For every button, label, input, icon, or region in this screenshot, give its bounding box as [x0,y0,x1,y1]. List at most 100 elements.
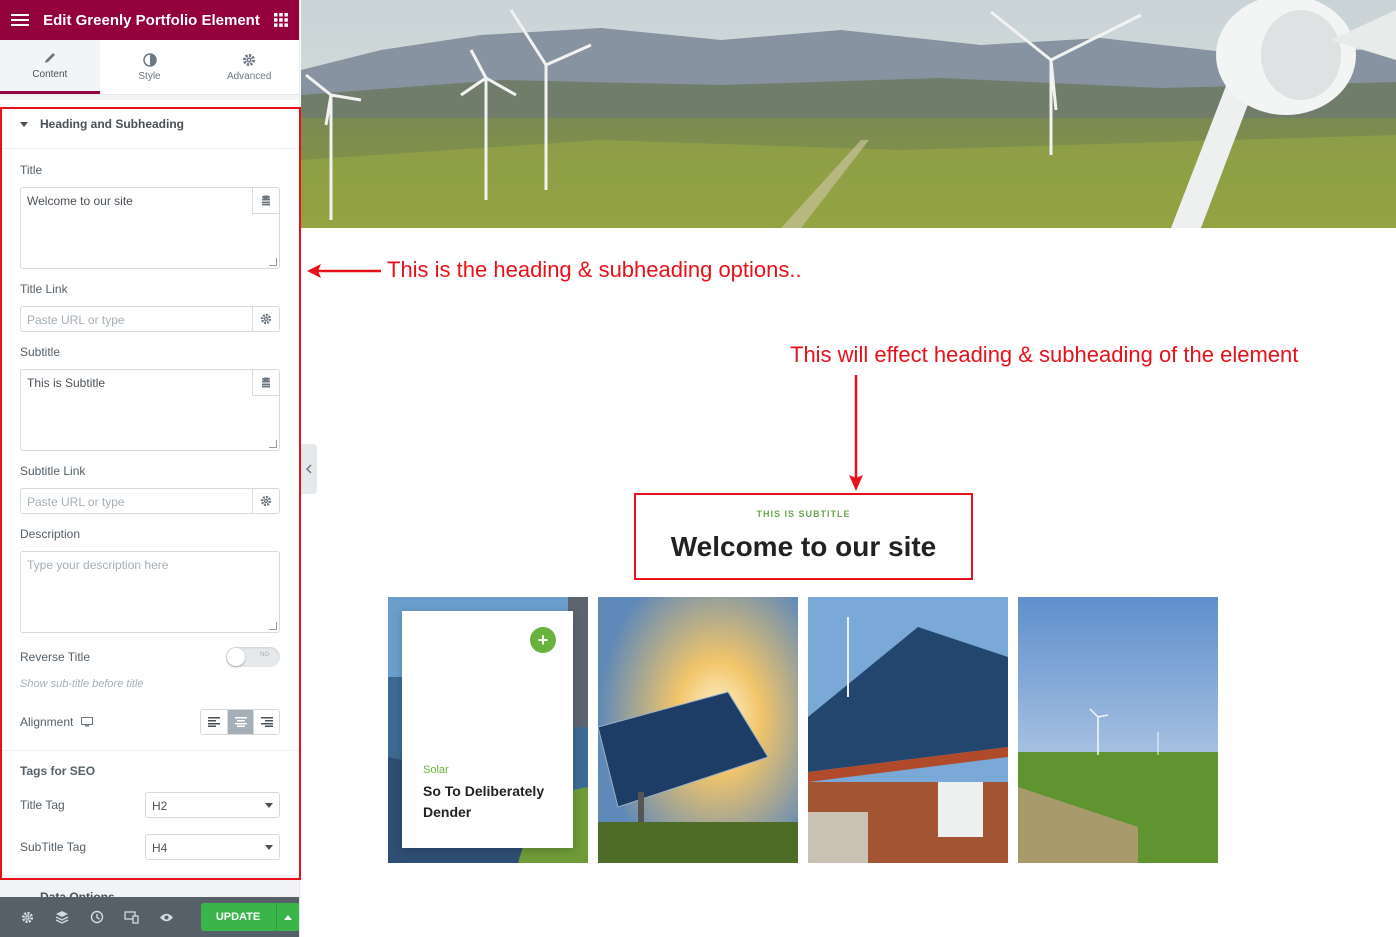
subtitle-field-wrap: This is Subtitle [0,369,299,451]
database-icon [262,195,270,206]
subtitle-link-input[interactable]: Paste URL or type [20,488,280,514]
portfolio-card-2[interactable] [598,597,798,863]
alignment-label: Alignment [20,715,74,729]
subtitle-link-label: Subtitle Link [20,464,86,478]
settings-button[interactable] [10,897,45,937]
title-link-input[interactable]: Paste URL or type [20,306,280,332]
history-icon [90,910,103,924]
portfolio-card-4[interactable] [1018,597,1218,863]
tab-content[interactable]: Content [0,40,100,94]
panel-annotation: This is the heading & subheading options… [387,257,802,282]
subtitle-tag-value: H4 [152,841,168,855]
portfolio-card-overlay[interactable]: + Solar So To Deliberately Dender [402,611,573,848]
switch-knob [227,648,245,666]
description-control: Description [0,527,299,541]
title-link-control: Title Link [0,282,299,296]
subtitle-textarea[interactable]: This is Subtitle [20,369,280,451]
eye-icon [159,913,173,921]
plus-icon[interactable]: + [530,627,556,653]
align-left-icon [208,717,220,727]
preview-annotation: This will effect heading & subheading of… [790,342,1299,367]
dynamic-tags-button[interactable] [252,370,279,396]
dynamic-tags-button[interactable] [252,188,279,214]
title-field-wrap: Welcome to our site [0,187,299,269]
section-title: Heading and Subheading [40,117,185,131]
responsive-mode-button[interactable] [114,897,149,937]
title-link-wrap: Paste URL or type [0,306,299,332]
update-button[interactable]: UPDATE [200,903,276,931]
update-options-button[interactable] [275,903,299,931]
chevron-down-icon [265,803,273,808]
preview-subtitle: THIS IS SUBTITLE [756,509,851,519]
link-options-button[interactable] [252,489,279,513]
subtitle-link-wrap: Paste URL or type [0,488,299,514]
description-field-wrap: Type your description here [0,551,299,633]
arrow-down-icon [849,375,863,491]
title-tag-label: Title Tag [20,798,65,812]
collapse-panel-button[interactable] [301,444,317,494]
history-button[interactable] [79,897,114,937]
tab-style-label: Style [138,70,161,82]
alignment-control: Alignment [0,709,299,735]
subtitle-label: Subtitle [20,345,61,359]
section-toggle[interactable]: Heading and Subheading [0,100,299,149]
panel-tabs: Content Style Advanced [0,40,299,95]
link-options-button[interactable] [252,307,279,331]
title-link-placeholder: Paste URL or type [27,313,125,327]
subtitle-tag-select[interactable]: H4 [145,834,280,860]
desktop-icon[interactable] [81,717,94,727]
panel-footer: UPDATE [0,897,299,937]
gear-icon [21,911,33,923]
subtitle-control: Subtitle [0,345,299,359]
resize-grip[interactable] [269,440,277,448]
preview-title: Welcome to our site [670,531,937,562]
editor-panel: Edit Greenly Portfolio Element Content S… [0,0,300,937]
heading-section: Heading and Subheading Title Welcome to … [0,100,299,875]
title-textarea[interactable]: Welcome to our site [20,187,280,269]
database-icon [262,377,270,388]
title-value: Welcome to our site [27,194,133,208]
tab-style[interactable]: Style [100,40,200,94]
switch-state: NO [260,652,269,658]
divider [0,750,299,751]
align-center-icon [234,717,247,727]
resize-grip[interactable] [269,622,277,630]
reverse-title-switch[interactable]: NO [226,647,280,667]
align-center-button[interactable] [227,710,253,734]
title-tag-control: Title Tag H2 [0,792,299,818]
reverse-hint-wrap: Show sub-title before title [0,678,299,690]
contrast-icon [142,52,157,67]
widgets-grid-icon[interactable] [273,12,289,28]
alignment-buttons [200,709,280,735]
resize-grip[interactable] [269,258,277,266]
preview-button[interactable] [149,897,184,937]
gear-icon [243,53,256,66]
hamburger-icon[interactable] [10,12,30,28]
app-window: Edit Greenly Portfolio Element Content S… [0,0,1396,937]
gear-icon [260,313,272,325]
card-title: So To Deliberately Dender [423,783,545,820]
align-right-button[interactable] [253,710,279,734]
align-left-button[interactable] [201,710,227,734]
title-control: Title [0,163,299,177]
portfolio-card-3[interactable] [808,597,1008,863]
title-tag-select[interactable]: H2 [145,792,280,818]
seo-heading-wrap: Tags for SEO [0,764,299,778]
subtitle-value: This is Subtitle [27,376,106,390]
caret-down-icon [20,121,28,127]
panel-header: Edit Greenly Portfolio Element [0,0,299,40]
title-label: Title [20,163,43,177]
navigator-button[interactable] [45,897,80,937]
description-textarea[interactable]: Type your description here [20,551,280,633]
subtitle-tag-label: SubTitle Tag [20,840,87,854]
description-label: Description [20,527,81,541]
card-category: Solar [423,764,449,776]
subtitle-link-control: Subtitle Link [0,464,299,478]
pencil-icon [44,53,55,63]
alignment-label-wrap: Alignment [20,715,94,729]
panel-body: Heading and Subheading Title Welcome to … [0,95,299,898]
reverse-title-control: Reverse Title NO [0,647,299,667]
solar-panels-sunset-image [598,597,798,863]
tab-advanced[interactable]: Advanced [199,40,299,94]
hero-image [301,0,1396,228]
